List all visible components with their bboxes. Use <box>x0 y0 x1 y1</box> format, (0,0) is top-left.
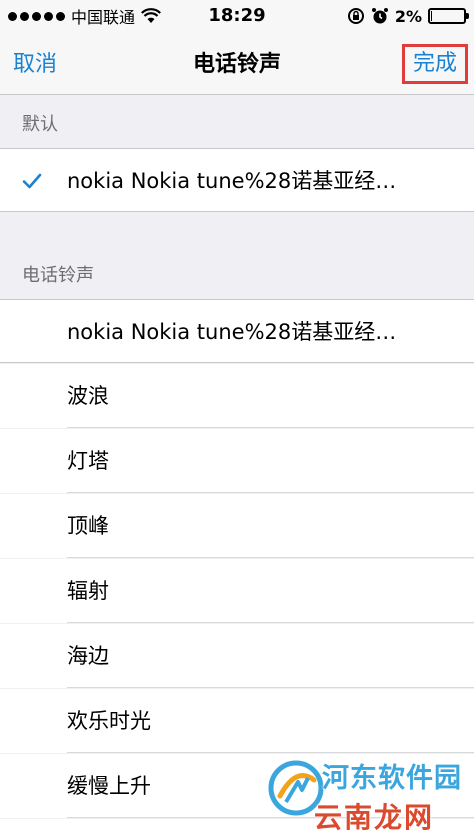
row-separator <box>67 622 474 623</box>
ringtone-label: 欢乐时光 <box>67 709 151 733</box>
section-header-default-label: 默认 <box>22 114 58 135</box>
status-bar: 中国联通 18:29 2% <box>0 0 474 32</box>
section-header-ringtones: 电话铃声 <box>0 213 474 299</box>
section-header-ringtones-label: 电话铃声 <box>22 265 94 286</box>
ringtone-label: 顶峰 <box>67 514 109 538</box>
alarm-icon <box>371 8 388 24</box>
row-separator <box>67 687 474 688</box>
ringtone-row[interactable]: 欢乐时光 <box>0 689 474 753</box>
ringtone-row[interactable]: 海边 <box>0 624 474 688</box>
row-separator <box>67 752 474 753</box>
row-separator <box>0 362 474 363</box>
ringtone-label: 灯塔 <box>67 449 109 473</box>
battery-fill <box>431 11 432 21</box>
ringtone-label: 海边 <box>67 644 109 668</box>
default-ringtone-label: nokia Nokia tune%28诺基亚经… <box>67 169 397 193</box>
ringtone-label: 辐射 <box>67 579 109 603</box>
rotation-lock-icon <box>347 8 364 24</box>
battery-icon <box>428 8 469 24</box>
row-separator <box>67 492 474 493</box>
checkmark-icon <box>22 173 42 189</box>
row-separator <box>67 427 474 428</box>
watermark-text-2: 云南龙网 <box>314 801 435 834</box>
ringtone-row[interactable]: 辐射 <box>0 559 474 623</box>
ringtone-row[interactable]: 波浪 <box>0 364 474 428</box>
default-ringtone-row[interactable]: nokia Nokia tune%28诺基亚经… <box>0 148 474 212</box>
status-bar-right: 2% <box>347 0 469 32</box>
watermark: 河东软件园 云南龙网 <box>268 754 468 836</box>
ringtone-row[interactable]: 顶峰 <box>0 494 474 558</box>
watermark-text-1: 河东软件园 <box>322 763 462 794</box>
ringtone-row[interactable]: nokia Nokia tune%28诺基亚经… <box>0 299 474 363</box>
row-separator <box>67 557 474 558</box>
navigation-bar: 取消 电话铃声 完成 <box>0 32 474 95</box>
ringtone-label: nokia Nokia tune%28诺基亚经… <box>67 320 397 344</box>
battery-percent: 2% <box>394 6 422 26</box>
done-button[interactable]: 完成 <box>401 44 468 84</box>
ringtone-row[interactable]: 灯塔 <box>0 429 474 493</box>
section-header-default: 默认 <box>0 95 474 148</box>
ringtone-label: 缓慢上升 <box>67 774 151 798</box>
ringtone-label: 波浪 <box>67 384 109 408</box>
